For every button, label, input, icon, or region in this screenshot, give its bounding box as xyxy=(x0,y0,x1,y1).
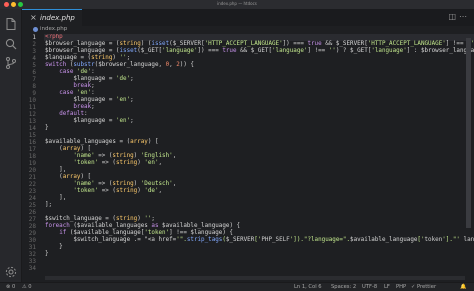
line-number: 25 xyxy=(28,202,36,209)
code-line[interactable]: $browser_language = (string) (isset($_SE… xyxy=(45,41,474,48)
line-number: 11 xyxy=(28,104,36,111)
code-line[interactable]: 'token' => (string) 'de', xyxy=(45,188,162,195)
code-editor[interactable]: 1 2 3 4 5 6 7 8 9 10 11 12 13 14 15 16 17 18 19 20 21 22 23 24 2… xyxy=(22,34,474,282)
line-number: 15 xyxy=(28,132,36,139)
line-number: 33 xyxy=(28,258,36,265)
tab-bar: × index.php ◫⋯ xyxy=(22,9,474,26)
code-line[interactable]: 'name' => (string) 'English', xyxy=(45,153,176,160)
line-number: 26 xyxy=(28,209,36,216)
line-number: 7 xyxy=(32,76,36,83)
line-number: 21 xyxy=(28,174,36,181)
line-number: 16 xyxy=(28,139,36,146)
line-number: 3 xyxy=(32,48,36,55)
language-mode[interactable]: PHP xyxy=(396,284,406,290)
activity-bar xyxy=(0,9,22,282)
line-number: 10 xyxy=(28,97,36,104)
line-ending-setting[interactable]: LF xyxy=(384,284,390,290)
code-line[interactable]: $language = 'en'; xyxy=(45,118,133,125)
code-line[interactable]: case 'en': xyxy=(45,90,94,97)
tab-actions: ◫⋯ xyxy=(448,12,470,21)
code-line[interactable]: } xyxy=(45,125,49,132)
line-number-gutter: 1 2 3 4 5 6 7 8 9 10 11 12 13 14 15 16 17 18 19 20 21 22 23 24 2… xyxy=(22,34,44,282)
code-line[interactable]: $language = (string) ''; xyxy=(45,55,130,62)
line-number: 34 xyxy=(28,265,36,272)
line-number: 17 xyxy=(28,146,36,153)
code-line[interactable]: <?php xyxy=(45,34,63,41)
split-editor-icon[interactable]: ◫ xyxy=(448,12,459,21)
code-line[interactable]: } xyxy=(45,244,63,251)
breadcrumb-file[interactable]: index.php xyxy=(40,26,67,32)
line-number: 20 xyxy=(28,167,36,174)
encoding-setting[interactable]: UTF-8 xyxy=(362,284,377,290)
line-number: 23 xyxy=(28,188,36,195)
indentation-setting[interactable]: Spaces: 2 xyxy=(331,284,356,290)
errors-indicator[interactable]: ⊗ 0 xyxy=(6,284,15,290)
line-number: 5 xyxy=(32,62,36,69)
code-line[interactable]: break; xyxy=(45,83,94,90)
code-line[interactable]: ], xyxy=(45,167,66,174)
code-line[interactable]: break; xyxy=(45,104,94,111)
tab-index-php[interactable]: × index.php xyxy=(22,9,82,26)
line-number: 6 xyxy=(32,69,36,76)
line-number: 4 xyxy=(32,55,36,62)
code-line[interactable]: ]; xyxy=(45,202,52,209)
line-number: 29 xyxy=(28,230,36,237)
line-number: 2 xyxy=(32,41,36,48)
title-bar: index.php — htdocs xyxy=(0,0,474,9)
vertical-scrollbar[interactable] xyxy=(465,34,472,282)
code-line[interactable]: ], xyxy=(45,195,66,202)
code-line[interactable]: 'token' => (string) 'en', xyxy=(45,160,162,167)
line-number: 12 xyxy=(28,111,36,118)
code-line[interactable]: switch (substr($browser_language, 0, 2))… xyxy=(45,62,194,69)
code-line[interactable]: $switch_language .= "<a href='".strip_ta… xyxy=(45,237,474,244)
code-line[interactable]: (array) [ xyxy=(45,174,91,181)
notifications-icon[interactable]: 🔔 xyxy=(460,284,466,290)
more-icon[interactable]: ⋯ xyxy=(459,12,470,21)
line-number: 13 xyxy=(28,118,36,125)
line-number: 28 xyxy=(28,223,36,230)
line-number: 32 xyxy=(28,251,36,258)
breadcrumb: index.php xyxy=(22,26,474,34)
prettier-status[interactable]: ✓ Prettier xyxy=(411,284,436,290)
code-line[interactable]: foreach ($available_languages as $availa… xyxy=(45,223,240,230)
code-line[interactable]: } xyxy=(45,251,49,258)
line-number: 14 xyxy=(28,125,36,132)
code-line[interactable]: (array) [ xyxy=(45,146,91,153)
line-number: 8 xyxy=(32,83,36,90)
window-title: index.php — htdocs xyxy=(217,1,257,6)
warnings-indicator[interactable]: ⚠ 0 xyxy=(22,284,32,290)
code-line[interactable]: $browser_language = (isset($_GET['langua… xyxy=(45,48,474,55)
cursor-position[interactable]: Ln 1, Col 6 xyxy=(294,284,322,290)
files-icon[interactable] xyxy=(4,16,18,30)
line-number: 30 xyxy=(28,237,36,244)
scrollbar-thumb[interactable] xyxy=(466,38,471,228)
status-bar: ⊗ 0 ⚠ 0 Ln 1, Col 6 Spaces: 2 UTF-8 LF P… xyxy=(0,282,474,291)
horizontal-scrollbar[interactable] xyxy=(45,276,465,280)
settings-icon[interactable] xyxy=(4,264,18,278)
tab-close-icon[interactable]: × xyxy=(30,13,37,23)
code-line[interactable]: $available_languages = (array) [ xyxy=(45,139,159,146)
line-number: 31 xyxy=(28,244,36,251)
code-line[interactable]: 'name' => (string) 'Deutsch', xyxy=(45,181,176,188)
tab-label: index.php xyxy=(40,14,75,22)
code-area[interactable]: <?php $browser_language = (string) (isset… xyxy=(45,34,474,282)
line-number: 24 xyxy=(28,195,36,202)
code-line[interactable]: if ($available_language['token'] !== $la… xyxy=(45,230,233,237)
code-line[interactable]: $switch_language = (string) ''; xyxy=(45,216,155,223)
line-number: 1 xyxy=(32,34,36,41)
code-line[interactable]: $language = 'en'; xyxy=(45,97,133,104)
line-number: 18 xyxy=(28,153,36,160)
code-line[interactable]: case 'de': xyxy=(45,69,94,76)
line-number: 19 xyxy=(28,160,36,167)
code-line[interactable]: $language = 'de'; xyxy=(45,76,133,83)
source-control-icon[interactable] xyxy=(4,55,18,69)
code-line[interactable]: default: xyxy=(45,111,87,118)
line-number: 9 xyxy=(32,90,36,97)
line-number: 27 xyxy=(28,216,36,223)
line-number: 22 xyxy=(28,181,36,188)
php-file-icon xyxy=(33,27,38,32)
search-icon[interactable] xyxy=(4,36,18,50)
